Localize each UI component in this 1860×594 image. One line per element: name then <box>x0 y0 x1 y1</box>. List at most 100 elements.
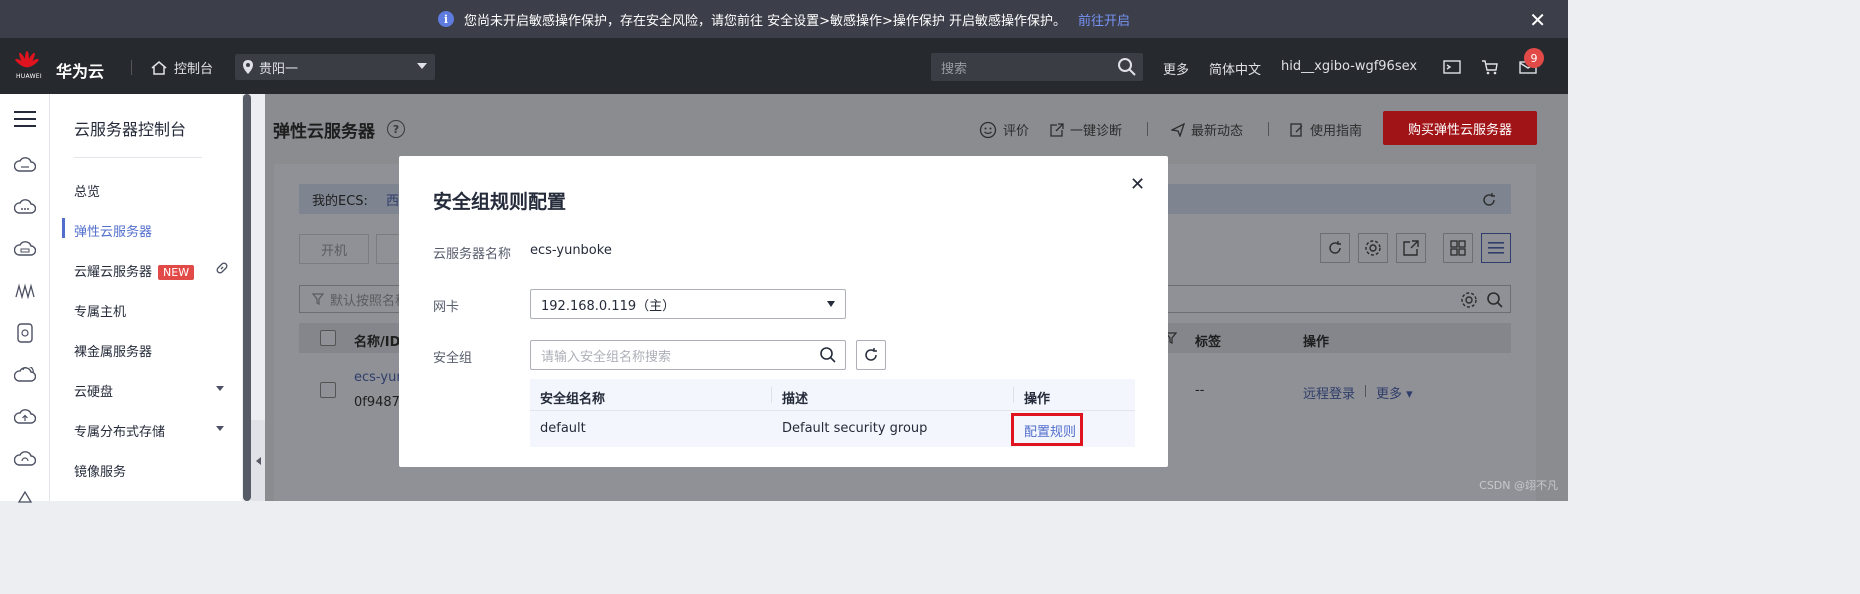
my-ecs-label: 我的ECS: <box>312 193 368 209</box>
buy-ecs-button[interactable]: 购买弹性云服务器 <box>1383 111 1537 145</box>
region-selector[interactable]: 贵阳一 <box>235 54 435 80</box>
security-group-rule-dialog: 安全组规则配置 ✕ 云服务器名称 ecs-yunboke 网卡 192.168.… <box>399 156 1168 467</box>
more-services-icon[interactable] <box>14 486 36 508</box>
huawei-petals-icon <box>15 51 39 68</box>
notice-text: 您尚未开启敏感操作保护，存在安全风险，请您前往 安全设置>敏感操作>操作保护 开… <box>463 13 1067 29</box>
sidebar-item-flexus[interactable]: 云耀云服务器 NEW <box>74 261 195 280</box>
more-link[interactable]: 更多 <box>1163 59 1189 78</box>
my-ecs-region-link[interactable]: 西 <box>386 190 399 209</box>
global-search-input[interactable]: 搜索 <box>931 53 1143 81</box>
gear-icon <box>1365 240 1381 256</box>
more-actions-link[interactable]: 更多 ▾ <box>1376 383 1413 402</box>
search-icon[interactable] <box>819 346 837 364</box>
refresh-icon[interactable] <box>1481 192 1497 208</box>
refresh-button[interactable] <box>856 340 886 370</box>
rate-link[interactable]: 评价 <box>979 120 1029 139</box>
message-count-badge: 9 <box>1524 48 1544 68</box>
list-view-button[interactable] <box>1481 233 1511 263</box>
huawei-logo[interactable]: HUAWEI <box>12 50 46 84</box>
security-group-search-input[interactable]: 请输入安全组名称搜索 <box>530 340 846 370</box>
export-button[interactable] <box>1396 233 1426 263</box>
console-sidebar: 云服务器控制台 总览 弹性云服务器 云耀云服务器 NEW 专属主机 裸金属服务器 … <box>50 94 242 501</box>
gear-icon[interactable] <box>1460 291 1478 309</box>
remote-login-link[interactable]: 远程登录 <box>1303 383 1355 402</box>
search-icon[interactable] <box>1486 291 1504 309</box>
watermark: CSDN @翊不凡 <box>1479 479 1558 492</box>
guide-label: 使用指南 <box>1310 124 1363 139</box>
sidebar-item-ims[interactable]: 镜像服务 <box>74 461 126 480</box>
server-name-link[interactable]: ecs-yun <box>354 370 405 385</box>
link-icon[interactable] <box>215 261 229 275</box>
dialog-title: 安全组规则配置 <box>433 191 567 213</box>
select-all-checkbox[interactable] <box>320 330 336 346</box>
link-divider <box>1268 122 1269 136</box>
sidebar-item-bare-metal[interactable]: 裸金属服务器 <box>74 341 152 360</box>
start-button[interactable]: 开机 <box>299 234 369 264</box>
brand-name[interactable]: 华为云 <box>56 58 104 82</box>
grid-view-button[interactable] <box>1443 233 1473 263</box>
network-wave-icon[interactable] <box>14 280 36 302</box>
help-icon[interactable]: ? <box>387 120 405 138</box>
nic-select[interactable]: 192.168.0.119（主） <box>530 289 846 319</box>
sidebar-item-dss[interactable]: 专属分布式存储 <box>74 421 165 440</box>
console-link[interactable]: 控制台 <box>150 58 213 77</box>
more-label: 更多 <box>1376 387 1403 402</box>
console-label: 控制台 <box>174 62 214 77</box>
home-icon <box>151 60 167 75</box>
sidebar-item-dedicated-host[interactable]: 专属主机 <box>74 301 126 320</box>
cart-icon[interactable] <box>1481 58 1499 76</box>
database-icon[interactable] <box>14 322 36 344</box>
search-icon[interactable] <box>1117 57 1137 77</box>
cloud-dots-icon[interactable] <box>14 196 36 218</box>
service-icon-rail <box>0 94 50 503</box>
cloud-layers-icon[interactable] <box>14 364 36 386</box>
external-edit-icon <box>1050 122 1064 137</box>
guide-link[interactable]: 使用指南 <box>1290 120 1362 139</box>
export-icon <box>1403 240 1419 256</box>
chevron-down-icon[interactable] <box>216 386 224 391</box>
server-tag: -- <box>1195 383 1205 398</box>
cloud-upload-icon[interactable] <box>14 406 36 428</box>
col-description: 描述 <box>782 392 809 407</box>
region-label: 贵阳一 <box>259 61 299 77</box>
refresh-icon <box>865 348 877 361</box>
cloud-sync-icon[interactable] <box>14 448 36 470</box>
info-icon: i <box>437 11 454 27</box>
active-indicator <box>62 218 65 238</box>
cloud-storage-icon[interactable] <box>14 238 36 260</box>
sidebar-item-evs[interactable]: 云硬盘 <box>74 381 113 400</box>
server-name-value: ecs-yunboke <box>530 243 612 258</box>
close-icon[interactable]: ✕ <box>1130 174 1145 195</box>
filter-icon <box>312 293 324 305</box>
language-link[interactable]: 简体中文 <box>1209 59 1261 78</box>
sidebar-item-overview[interactable]: 总览 <box>74 181 100 200</box>
account-link[interactable]: hid__xgibo-wgf96sex <box>1281 59 1417 78</box>
search-placeholder: 搜索 <box>941 61 968 77</box>
sidebar-collapse-toggle[interactable] <box>251 420 265 501</box>
list-icon <box>1488 242 1504 254</box>
col-actions: 操作 <box>1303 335 1330 350</box>
terminal-icon[interactable] <box>1443 58 1461 76</box>
refresh-list-button[interactable] <box>1320 233 1350 263</box>
close-icon[interactable]: ✕ <box>1529 8 1546 32</box>
col-operation: 操作 <box>1024 392 1051 407</box>
sidebar-item-ecs[interactable]: 弹性云服务器 <box>74 221 152 240</box>
row-checkbox[interactable] <box>320 382 336 398</box>
stop-button[interactable] <box>376 234 400 264</box>
sidebar-title: 云服务器控制台 <box>74 120 187 139</box>
guide-edit-icon <box>1290 122 1303 137</box>
diagnose-link[interactable]: 一键诊断 <box>1050 120 1122 139</box>
chevron-down-icon[interactable] <box>216 426 224 431</box>
settings-button[interactable] <box>1358 233 1388 263</box>
chevron-down-icon <box>827 301 835 307</box>
chevron-left-icon <box>255 456 261 465</box>
column-divider <box>771 387 772 403</box>
col-sg-name: 安全组名称 <box>540 392 606 407</box>
security-group-label: 安全组 <box>433 351 473 366</box>
enable-protection-link[interactable]: 前往开启 <box>1078 10 1130 29</box>
cloud-server-icon[interactable] <box>14 154 36 176</box>
sidebar-scrollbar[interactable] <box>243 94 251 501</box>
menu-icon[interactable] <box>14 108 36 130</box>
news-link[interactable]: 最新动态 <box>1171 120 1243 139</box>
server-name-label: 云服务器名称 <box>433 247 512 262</box>
